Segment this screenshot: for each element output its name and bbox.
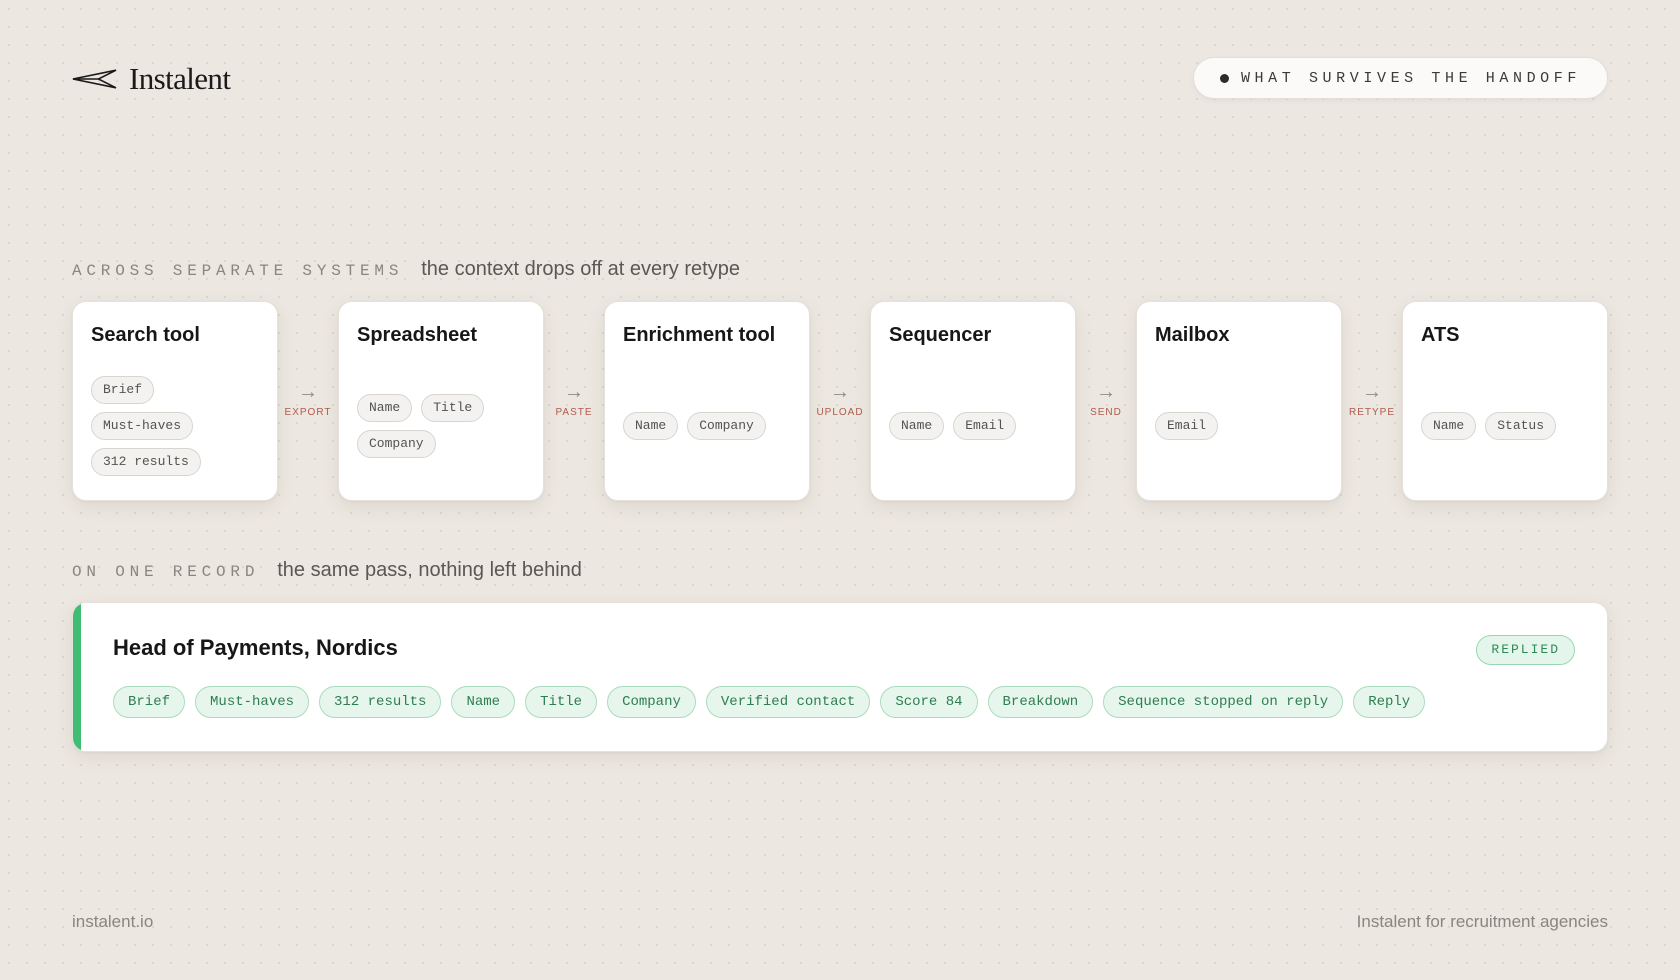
record-field-reply: Reply: [1353, 686, 1426, 718]
system-card-sequencer[interactable]: Sequencer Name Email: [870, 301, 1076, 501]
candidate-record-card[interactable]: Head of Payments, Nordics REPLIED Brief M…: [72, 602, 1608, 752]
field-row: Company: [357, 430, 436, 458]
handoff-badge: WHAT SURVIVES THE HANDOFF: [1192, 57, 1608, 99]
system-field-list: Name Title Company: [357, 352, 533, 500]
separate-systems-kicker: ACROSS SEPARATE SYSTEMS: [72, 262, 404, 280]
arrow-right-icon: →: [1096, 381, 1116, 403]
system-card-title: Mailbox: [1155, 324, 1230, 346]
system-field-list: Brief Must-haves 312 results: [91, 352, 267, 500]
field-row: Name Company: [623, 412, 766, 440]
header: Instalent WHAT SURVIVES THE HANDOFF: [72, 57, 1608, 101]
field-tag-email: Email: [953, 412, 1017, 440]
one-record-kicker: ON ONE RECORD: [72, 563, 260, 581]
field-tag-company: Company: [357, 430, 436, 458]
handoff-flow: Search tool Brief Must-haves 312 results → EX…: [72, 301, 1608, 501]
record-field-breakdown: Breakdown: [987, 686, 1094, 718]
bullet-dot-icon: [1219, 73, 1229, 83]
record-field-brief: Brief: [113, 686, 186, 718]
field-row: Name Status: [1421, 412, 1557, 440]
handoff-connector: → UPLOAD: [810, 381, 870, 418]
system-field-list: Name Email: [889, 352, 1065, 500]
field-row: 312 results: [91, 448, 201, 476]
field-tag-company: Company: [687, 412, 766, 440]
handoff-verb-paste: PASTE: [555, 407, 593, 418]
record-field-list: Brief Must-haves 312 results Name Title Compa…: [113, 686, 1426, 718]
record-accent-bar: [73, 603, 81, 751]
record-field-sequence-stopped-on-reply: Sequence stopped on reply: [1103, 686, 1344, 718]
system-card-enrichment-tool[interactable]: Enrichment tool Name Company: [604, 301, 810, 501]
arrow-right-icon: →: [1362, 381, 1382, 403]
handoff-verb-upload: UPLOAD: [816, 407, 864, 418]
field-tag-name: Name: [623, 412, 679, 440]
system-card-mailbox[interactable]: Mailbox Email: [1136, 301, 1342, 501]
field-tag-email: Email: [1155, 412, 1219, 440]
field-row: Name Email: [889, 412, 1017, 440]
record-field-company: Company: [607, 686, 696, 718]
field-row: Must-haves: [91, 412, 194, 440]
arrow-right-icon: →: [298, 381, 318, 403]
field-tag-name: Name: [1421, 412, 1477, 440]
handoff-connector: → SEND: [1076, 381, 1136, 418]
record-field-name: Name: [451, 686, 516, 718]
system-card-title: ATS: [1421, 324, 1460, 346]
field-tag-must-haves: Must-haves: [91, 412, 194, 440]
system-field-list: Name Status: [1421, 352, 1597, 500]
system-field-list: Name Company: [623, 352, 799, 500]
handoff-verb-send: SEND: [1090, 407, 1122, 418]
field-row: Name Title: [357, 394, 485, 422]
status-badge: REPLIED: [1476, 635, 1575, 665]
one-record-heading: ON ONE RECORD the same pass, nothing lef…: [72, 559, 582, 582]
paper-plane-icon: [72, 69, 117, 89]
system-card-title: Spreadsheet: [357, 324, 478, 346]
arrow-right-icon: →: [564, 381, 584, 403]
separate-systems-caption: the context drops off at every retype: [421, 258, 740, 280]
system-card-search-tool[interactable]: Search tool Brief Must-haves 312 results: [72, 301, 278, 501]
footer-tagline: Instalent for recruitment agencies: [1356, 912, 1608, 931]
handoff-verb-export: EXPORT: [284, 407, 332, 418]
separate-systems-heading: ACROSS SEPARATE SYSTEMS the context drop…: [72, 258, 740, 281]
system-card-spreadsheet[interactable]: Spreadsheet Name Title Company: [338, 301, 544, 501]
handoff-badge-label: WHAT SURVIVES THE HANDOFF: [1240, 69, 1581, 87]
system-field-list: Email: [1155, 352, 1331, 500]
field-tag-name: Name: [889, 412, 945, 440]
field-tag-name: Name: [357, 394, 413, 422]
footer-site-link[interactable]: instalent.io: [72, 912, 153, 932]
system-card-title: Enrichment tool: [623, 324, 776, 346]
system-card-title: Sequencer: [889, 324, 992, 346]
brand-logo[interactable]: Instalent: [72, 57, 231, 101]
handoff-connector: → EXPORT: [278, 381, 338, 418]
handoff-verb-retype: RETYPE: [1348, 407, 1395, 418]
handoff-connector: → PASTE: [544, 381, 604, 418]
field-row: Brief: [91, 376, 155, 404]
brand-name: Instalent: [129, 61, 231, 96]
record-field-verified-contact: Verified contact: [705, 686, 871, 718]
system-card-title: Search tool: [91, 324, 200, 346]
field-tag-312-results: 312 results: [91, 448, 201, 476]
handoff-connector: → RETYPE: [1342, 381, 1402, 418]
field-tag-title: Title: [421, 394, 485, 422]
record-field-title: Title: [525, 686, 598, 718]
record-field-312-results: 312 results: [319, 686, 442, 718]
record-title: Head of Payments, Nordics: [113, 635, 398, 660]
arrow-right-icon: →: [830, 381, 850, 403]
one-record-caption: the same pass, nothing left behind: [277, 559, 582, 581]
field-tag-status: Status: [1485, 412, 1557, 440]
record-field-score-84: Score 84: [880, 686, 978, 718]
system-card-ats[interactable]: ATS Name Status: [1402, 301, 1608, 501]
record-field-must-haves: Must-haves: [195, 686, 310, 718]
field-tag-brief: Brief: [91, 376, 155, 404]
field-row: Email: [1155, 412, 1219, 440]
